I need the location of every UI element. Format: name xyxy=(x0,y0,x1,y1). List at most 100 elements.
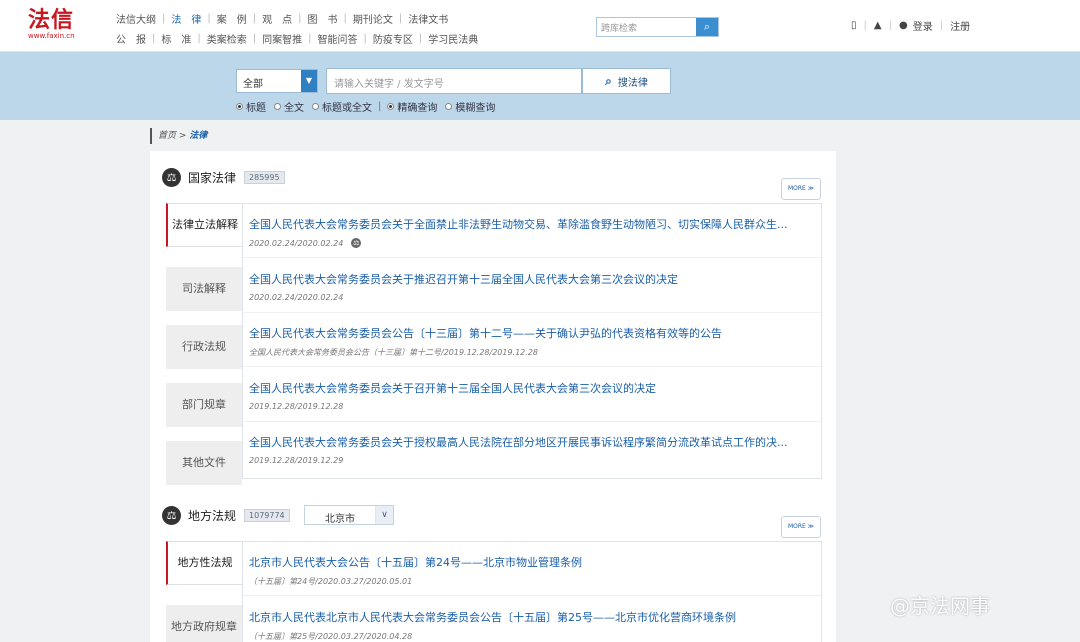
search-option-radio[interactable]: 精确查询 xyxy=(387,99,437,114)
nav-separator: | xyxy=(418,32,423,44)
item-date: 2020.02.24/2020.02.24 xyxy=(249,292,344,302)
nav-item[interactable]: 法 律 xyxy=(167,11,205,26)
item-meta: 2020.02.24/2020.02.24 ⚖ xyxy=(249,238,362,248)
item-title-link[interactable]: 北京市人民代表大会公告〔十五届〕第24号——北京市物业管理条例 xyxy=(249,554,789,570)
nav-separator: | xyxy=(197,32,201,44)
search-option-radio[interactable]: 标题或全文 xyxy=(312,99,372,114)
item-meta: 2019.12.28/2019.12.29 xyxy=(249,456,343,465)
nav-separator: | xyxy=(298,12,302,24)
nav-item[interactable]: 观 点 xyxy=(258,11,296,26)
national-more-button[interactable]: MORE ≫ xyxy=(781,178,821,200)
item-meta: 全国人民代表大会常务委员会公告〔十三届〕第十二号/2019.12.28/2019… xyxy=(249,347,538,358)
item-date: 2019.12.28/2019.12.29 xyxy=(249,456,344,465)
search-option-radio[interactable]: 全文 xyxy=(274,99,304,114)
global-search-input[interactable]: 跨库检索 xyxy=(601,21,637,34)
list-item: 全国人民代表大会常务委员会关于推迟召开第十三届全国人民代表大会第三次会议的决定 2… xyxy=(243,259,821,313)
login-link[interactable]: 登录 xyxy=(913,18,938,33)
nav-item[interactable]: 标 准 xyxy=(157,31,195,46)
list-item: 北京市人民代表北京市人民代表大会常务委员会公告〔十五届〕第25号——北京市优化营… xyxy=(243,597,821,642)
city-value: 北京市 xyxy=(325,514,355,525)
main-nav: 法信大纲 | 法 律 | 案 例 | 观 点 | 图 书 | 期刊论文 | 法律文书 公 报 | 标 准 | 类… xyxy=(112,8,542,48)
top-header: 法信 www.faxin.cn 法信大纲 | 法 律 | 案 例 | 观 点 | 图 书 | 期刊论… xyxy=(0,0,1080,52)
global-search[interactable]: 跨库检索 ⌕ xyxy=(596,17,719,37)
list-item: 北京市人民代表大会公告〔十五届〕第24号——北京市物业管理条例〔十五届〕第24号… xyxy=(243,542,821,596)
nav-row-2: 公 报 | 标 准 | 类案检索 | 同案智推 | 智能问答 | 防疫专区 | 学习民法典 xyxy=(112,28,542,48)
nav-separator: | xyxy=(152,32,156,44)
city-select[interactable]: 北京市 ∨ xyxy=(304,505,394,525)
local-more-button[interactable]: MORE ≫ xyxy=(781,516,821,538)
breadcrumb-home[interactable]: 首页 xyxy=(158,131,176,141)
item-date: 〔十五届〕第24号/2020.03.27/2020.05.01 xyxy=(249,577,413,586)
tab-national[interactable]: 部门规章 xyxy=(166,383,242,427)
chevron-down-icon[interactable]: ∨ xyxy=(375,506,393,524)
search-icon: ⌕ xyxy=(605,73,612,88)
faxin-logo[interactable]: 法信 www.faxin.cn xyxy=(28,8,88,41)
nav-item[interactable]: 公 报 xyxy=(112,31,150,46)
alert-icon[interactable]: ▲ xyxy=(869,20,887,31)
search-option-label: 精确查询 xyxy=(397,103,438,114)
nav-item[interactable]: 期刊论文 xyxy=(349,11,397,26)
nav-item[interactable]: 防疫专区 xyxy=(369,31,417,46)
tab-local[interactable]: 地方政府规章 xyxy=(166,605,242,642)
search-option-label: 标题或全文 xyxy=(322,103,372,114)
nav-separator: | xyxy=(308,32,312,44)
item-title-link[interactable]: 全国人民代表大会常务委员会关于推迟召开第十三届全国人民代表大会第三次会议的决定 xyxy=(249,271,789,287)
nav-item[interactable]: 法信大纲 xyxy=(112,11,160,26)
nav-item[interactable]: 图 书 xyxy=(304,11,342,26)
item-meta: 2020.02.24/2020.02.24 xyxy=(249,293,343,302)
search-option-label: 全文 xyxy=(284,103,304,114)
search-option-radio[interactable]: 标题 xyxy=(236,99,266,114)
tab-national[interactable]: 法律立法解释 xyxy=(166,203,242,247)
tab-local[interactable]: 地方性法规 xyxy=(166,541,242,585)
item-date: 全国人民代表大会常务委员会公告〔十三届〕第十二号/2019.12.28/2019… xyxy=(249,348,538,357)
nav-row-1: 法信大纲 | 法 律 | 案 例 | 观 点 | 图 书 | 期刊论文 | 法律文书 xyxy=(112,8,542,28)
local-tabs: 地方性法规地方政府规章 xyxy=(166,541,242,642)
nav-separator: | xyxy=(363,32,367,44)
search-law-button[interactable]: ⌕ 搜法律 xyxy=(582,68,671,94)
logo-url: www.faxin.cn xyxy=(28,32,75,40)
scale-icon: ⚖ xyxy=(162,506,181,525)
item-title-link[interactable]: 全国人民代表大会常务委员会关于全面禁止非法野生动物交易、革除滥食野生动物陋习、切… xyxy=(249,216,789,232)
tab-national[interactable]: 行政法规 xyxy=(166,325,242,369)
item-title-link[interactable]: 全国人民代表大会常务委员会公告〔十三届〕第十二号——关于确认尹弘的代表资格有效等… xyxy=(249,325,789,341)
list-item: 全国人民代表大会常务委员会关于全面禁止非法野生动物交易、革除滥食野生动物陋习、切… xyxy=(243,204,821,258)
radio-dot[interactable] xyxy=(445,103,453,110)
item-meta: 〔十五届〕第25号/2020.03.27/2020.04.28 xyxy=(249,631,412,642)
item-meta: 2019.12.28/2019.12.28 xyxy=(249,402,343,411)
user-tools: ▯ | ▲ | ● 登录 | 注册 xyxy=(846,18,975,33)
nav-separator: | xyxy=(252,12,257,24)
local-law-list: 北京市人民代表大会公告〔十五届〕第24号——北京市物业管理条例〔十五届〕第24号… xyxy=(242,541,822,642)
search-option-radio[interactable]: 模糊查询 xyxy=(445,99,495,114)
scope-select[interactable]: 全部 ▼ xyxy=(236,69,318,93)
tab-national[interactable]: 其他文件 xyxy=(166,441,242,485)
search-option-label: 标题 xyxy=(246,103,266,114)
chevron-down-icon[interactable]: ▼ xyxy=(301,70,317,92)
nav-item[interactable]: 类案检索 xyxy=(203,31,251,46)
radio-dot[interactable] xyxy=(274,103,281,110)
nav-separator: | xyxy=(207,12,211,24)
search-options: 标题 全文 标题或全文 | 精确查询 模糊查询 xyxy=(236,99,503,114)
content-panel: ⚖ 国家法律 285995 MORE ≫ 法律立法解释 司法解释 行政法规 部门规章其… xyxy=(150,151,836,642)
keyword-input[interactable]: 请输入关键字 / 发文字号 xyxy=(326,68,582,94)
register-link[interactable]: 注册 xyxy=(945,18,975,33)
nav-separator: | xyxy=(162,12,166,24)
search-law-label: 搜法律 xyxy=(617,77,648,89)
nav-item[interactable]: 学习民法典 xyxy=(424,31,482,46)
nav-item[interactable]: 案 例 xyxy=(213,11,251,26)
item-title-link[interactable]: 北京市人民代表北京市人民代表大会常务委员会公告〔十五届〕第25号——北京市优化营… xyxy=(249,609,789,625)
item-date: 2020.02.24/2020.02.24 xyxy=(249,238,344,248)
search-icon[interactable]: ⌕ xyxy=(696,18,718,36)
item-date: 2019.12.28/2019.12.28 xyxy=(249,401,344,411)
item-title-link[interactable]: 全国人民代表大会常务委员会关于授权最高人民法院在部分地区开展民事诉讼程序繁简分流… xyxy=(249,434,789,450)
nav-item[interactable]: 智能问答 xyxy=(314,31,362,46)
tab-national[interactable]: 司法解释 xyxy=(166,267,242,311)
radio-dot[interactable] xyxy=(312,103,319,110)
radio-dot[interactable] xyxy=(387,103,395,110)
search-band: 全部 ▼ 请输入关键字 / 发文字号 ⌕ 搜法律 标题 全文 标题或全文 | 精确查询 模… xyxy=(0,52,1080,120)
nav-item[interactable]: 同案智推 xyxy=(258,31,306,46)
mobile-icon[interactable]: ▯ xyxy=(846,20,862,31)
nav-item[interactable]: 法律文书 xyxy=(404,11,452,26)
item-meta: 〔十五届〕第24号/2020.03.27/2020.05.01 xyxy=(249,576,412,587)
radio-dot[interactable] xyxy=(236,103,243,110)
item-title-link[interactable]: 全国人民代表大会常务委员会关于召开第十三届全国人民代表大会第三次会议的决定 xyxy=(249,380,789,396)
